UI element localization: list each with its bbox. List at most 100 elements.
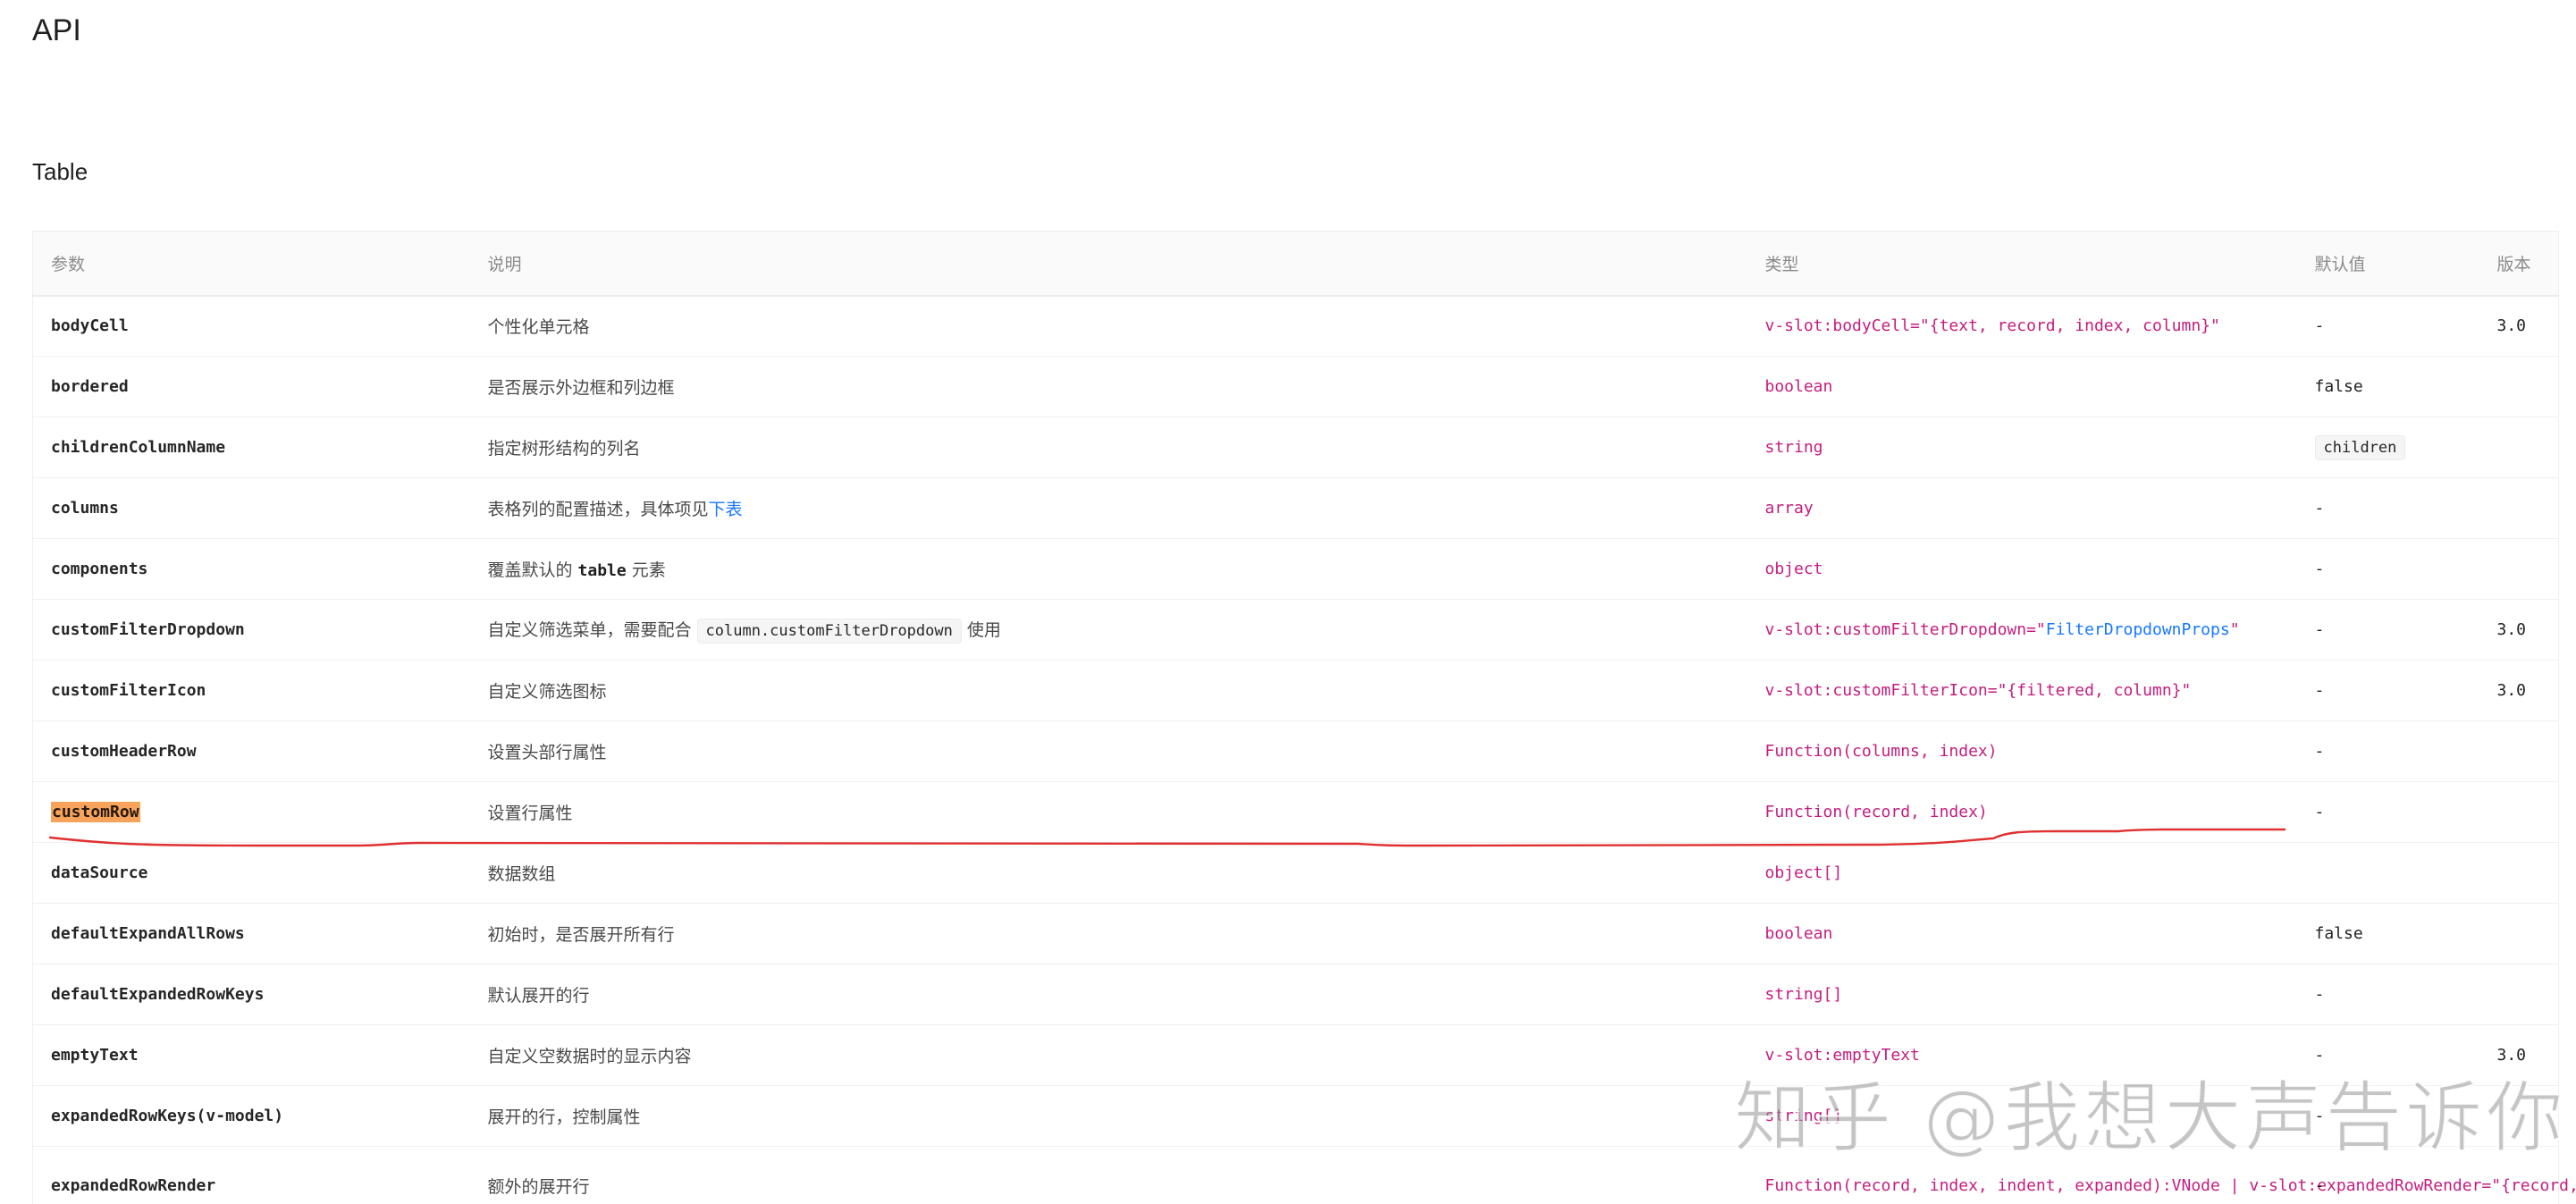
version-cell xyxy=(2479,1146,2559,1204)
type-cell: v-slot:emptyText xyxy=(1747,1024,2297,1086)
api-heading: API xyxy=(32,13,81,47)
description-cell: 数据数组 xyxy=(469,842,1747,904)
default-cell: - xyxy=(2296,477,2479,539)
header-type: 类型 xyxy=(1747,231,2297,297)
version-cell xyxy=(2479,903,2559,964)
type-cell: Function(record, index) xyxy=(1747,781,2297,843)
description-cell: 展开的行，控制属性 xyxy=(469,1085,1747,1147)
inline-code: table xyxy=(577,561,627,580)
version-cell xyxy=(2479,477,2559,539)
default-code-chip: children xyxy=(2314,434,2406,460)
version-cell xyxy=(2479,417,2559,478)
param-cell: defaultExpandAllRows xyxy=(32,903,470,964)
type-cell: boolean xyxy=(1747,903,2297,964)
description-cell: 个性化单元格 xyxy=(469,295,1747,357)
param-cell: bordered xyxy=(32,356,470,417)
default-cell: false xyxy=(2296,903,2479,964)
description-text: 自定义筛选菜单，需要配合 xyxy=(487,619,692,640)
columns-link[interactable]: 下表 xyxy=(709,500,743,519)
version-cell: 3.0 xyxy=(2479,295,2559,357)
header-param: 参数 xyxy=(32,231,470,297)
version-cell: 3.0 xyxy=(2479,1024,2559,1086)
type-text: " xyxy=(2229,620,2240,639)
default-cell: - xyxy=(2296,538,2479,600)
default-cell: - xyxy=(2296,295,2479,357)
table-row: expandedRowRender 额外的展开行 Function(record… xyxy=(32,1146,2576,1204)
docs-page: API Table 参数 说明 类型 默认值 版本 bodyCell 个性化单元… xyxy=(0,0,2576,1204)
type-cell: v-slot:customFilterDropdown="FilterDropd… xyxy=(1747,599,2297,661)
type-cell: v-slot:bodyCell="{text, record, index, c… xyxy=(1747,295,2297,357)
table-row: bordered 是否展示外边框和列边框 boolean false xyxy=(32,356,2559,417)
description-cell: 额外的展开行 xyxy=(469,1146,1747,1204)
type-cell: object[] xyxy=(1747,842,2297,904)
param-cell: dataSource xyxy=(32,842,470,904)
param-cell: bodyCell xyxy=(32,295,470,357)
type-cell: Function(columns, index) xyxy=(1747,720,2297,782)
table-row: defaultExpandedRowKeys 默认展开的行 string[] - xyxy=(32,964,2559,1025)
description-cell: 设置头部行属性 xyxy=(469,720,1747,782)
default-cell: - xyxy=(2296,599,2479,661)
table-row: customHeaderRow 设置头部行属性 Function(columns… xyxy=(32,720,2559,782)
table-row: columns 表格列的配置描述，具体项见下表 array - xyxy=(32,477,2559,539)
description-cell: 覆盖默认的 table 元素 xyxy=(469,538,1747,600)
description-cell: 默认展开的行 xyxy=(469,964,1747,1025)
version-cell xyxy=(2479,538,2559,600)
header-version: 版本 xyxy=(2479,231,2559,297)
description-cell: 是否展示外边框和列边框 xyxy=(469,356,1747,417)
param-cell: emptyText xyxy=(32,1024,470,1086)
type-cell: array xyxy=(1747,477,2297,539)
table-row: expandedRowKeys(v-model) 展开的行，控制属性 strin… xyxy=(32,1085,2559,1147)
default-cell xyxy=(2296,842,2479,904)
header-description: 说明 xyxy=(469,231,1747,297)
param-cell: expandedRowKeys(v-model) xyxy=(32,1085,470,1147)
table-header-row: 参数 说明 类型 默认值 版本 xyxy=(32,231,2559,297)
version-cell xyxy=(2479,781,2559,843)
param-cell: customHeaderRow xyxy=(32,720,470,782)
version-cell xyxy=(2479,964,2559,1025)
table-row: childrenColumnName 指定树形结构的列名 string chil… xyxy=(32,417,2559,478)
description-cell: 自定义空数据时的显示内容 xyxy=(469,1024,1747,1086)
version-cell: 3.0 xyxy=(2479,599,2559,661)
type-text: v-slot:customFilterDropdown=" xyxy=(1764,620,2046,639)
description-text: 使用 xyxy=(966,619,1001,640)
filter-dropdown-props-link[interactable]: FilterDropdownProps xyxy=(2046,620,2230,639)
version-cell: 3.0 xyxy=(2479,660,2559,721)
param-cell: childrenColumnName xyxy=(32,417,470,478)
param-cell: expandedRowRender xyxy=(32,1146,470,1204)
default-cell: false xyxy=(2296,356,2479,417)
default-cell: - xyxy=(2296,1085,2479,1147)
table-row: customFilterDropdown 自定义筛选菜单，需要配合 column.… xyxy=(32,599,2559,661)
table-row: defaultExpandAllRows 初始时，是否展开所有行 boolean… xyxy=(32,903,2559,964)
table-row: customFilterIcon 自定义筛选图标 v-slot:customFi… xyxy=(32,660,2559,721)
default-cell: children xyxy=(2296,417,2479,478)
description-text: 表格列的配置描述，具体项见 xyxy=(487,500,709,519)
type-cell: v-slot:customFilterIcon="{filtered, colu… xyxy=(1747,660,2297,721)
description-cell: 自定义筛选菜单，需要配合 column.customFilterDropdown 使… xyxy=(469,599,1747,661)
description-cell: 指定树形结构的列名 xyxy=(469,417,1747,478)
param-cell: customRow xyxy=(32,781,470,843)
header-default: 默认值 xyxy=(2296,231,2479,297)
type-cell: string[] xyxy=(1747,1085,2297,1147)
default-cell: - xyxy=(2296,1146,2479,1204)
description-cell: 自定义筛选图标 xyxy=(469,660,1747,721)
param-cell: customFilterDropdown xyxy=(32,599,470,661)
table-row: dataSource 数据数组 object[] xyxy=(32,842,2559,904)
table-row: bodyCell 个性化单元格 v-slot:bodyCell="{text, … xyxy=(32,295,2559,357)
table-row-highlighted: customRow 设置行属性 Function(record, index) … xyxy=(32,781,2559,843)
param-cell: components xyxy=(32,538,470,600)
param-cell: columns xyxy=(32,477,470,539)
type-cell: string[] xyxy=(1747,964,2297,1025)
table-row: emptyText 自定义空数据时的显示内容 v-slot:emptyText … xyxy=(32,1024,2559,1086)
inline-code-chip: column.customFilterDropdown xyxy=(696,618,962,644)
table-row: components 覆盖默认的 table 元素 object - xyxy=(32,538,2559,600)
version-cell xyxy=(2479,720,2559,782)
type-cell: object xyxy=(1747,538,2297,600)
highlighted-param: customRow xyxy=(51,802,140,822)
description-text: 元素 xyxy=(631,560,666,580)
api-table: 参数 说明 类型 默认值 版本 bodyCell 个性化单元格 v-slot:b… xyxy=(32,231,2576,1204)
type-cell: boolean xyxy=(1747,356,2297,417)
version-cell xyxy=(2479,356,2559,417)
default-cell: - xyxy=(2296,1024,2479,1086)
param-cell: defaultExpandedRowKeys xyxy=(32,964,470,1025)
type-cell: Function(record, index, indent, expanded… xyxy=(1747,1146,2576,1204)
